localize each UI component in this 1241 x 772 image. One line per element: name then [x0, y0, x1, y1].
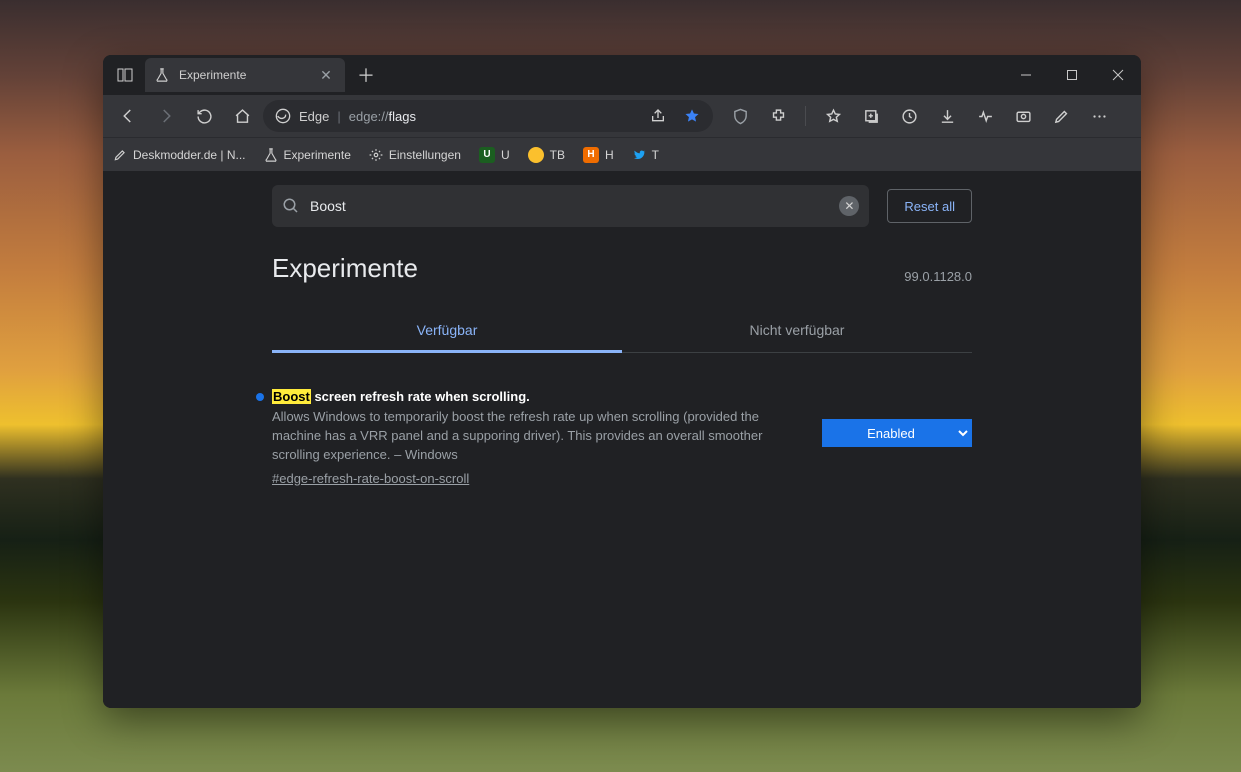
window-controls [1003, 55, 1141, 95]
pencil-icon [113, 148, 127, 162]
flags-search-box[interactable]: ✕ [272, 185, 869, 227]
page-content: ✕ Reset all Experimente 99.0.1128.0 Verf… [103, 171, 1141, 708]
address-separator: | [337, 109, 340, 124]
forward-button[interactable] [149, 99, 183, 133]
performance-icon[interactable] [968, 99, 1002, 133]
bookmarks-bar: Deskmodder.de | N... Experimente Einstel… [103, 137, 1141, 171]
flag-hash-link[interactable]: #edge-refresh-rate-boost-on-scroll [272, 471, 469, 486]
bookmark-item[interactable]: TB [528, 147, 565, 163]
back-button[interactable] [111, 99, 145, 133]
flag-title: Boost screen refresh rate when scrolling… [272, 389, 798, 404]
bookmark-item[interactable]: Deskmodder.de | N... [113, 148, 246, 162]
browser-tab[interactable]: Experimente ✕ [145, 58, 345, 92]
twitter-icon [632, 148, 646, 162]
clear-search-button[interactable]: ✕ [839, 196, 859, 216]
bookmark-label: U [501, 148, 510, 162]
edge-logo-icon [275, 108, 291, 124]
edit-icon[interactable] [1044, 99, 1078, 133]
title-bar: Experimente ✕ ＋ [103, 55, 1141, 95]
bookmark-label: Deskmodder.de | N... [133, 148, 246, 162]
flag-modified-indicator [256, 393, 264, 401]
favorites-icon[interactable] [816, 99, 850, 133]
address-bar[interactable]: Edge | edge://flags [263, 100, 713, 132]
home-button[interactable] [225, 99, 259, 133]
bookmark-item[interactable]: H H [583, 147, 614, 163]
bookmark-item[interactable]: T [632, 148, 659, 162]
flag-state-select[interactable]: Enabled [822, 419, 972, 447]
flags-tabs: Verfügbar Nicht verfügbar [272, 310, 972, 353]
version-label: 99.0.1128.0 [904, 269, 972, 284]
bookmark-item[interactable]: Einstellungen [369, 148, 461, 162]
address-engine-label: Edge [299, 109, 329, 124]
minimize-button[interactable] [1003, 55, 1049, 95]
screenshot-icon[interactable] [1006, 99, 1040, 133]
browser-window: Experimente ✕ ＋ Edge | edge://flags [103, 55, 1141, 708]
search-icon [282, 197, 300, 215]
tab-unavailable[interactable]: Nicht verfügbar [622, 310, 972, 352]
history-icon[interactable] [892, 99, 926, 133]
more-menu-button[interactable] [1082, 99, 1116, 133]
favicon: H [583, 147, 599, 163]
tab-actions-button[interactable] [109, 59, 141, 91]
toolbar-divider [805, 106, 806, 126]
bookmark-label: TB [550, 148, 565, 162]
collections-icon[interactable] [854, 99, 888, 133]
maximize-button[interactable] [1049, 55, 1095, 95]
downloads-icon[interactable] [930, 99, 964, 133]
bookmark-label: T [652, 148, 659, 162]
flags-search-input[interactable] [310, 198, 829, 214]
bookmark-label: Einstellungen [389, 148, 461, 162]
shield-icon[interactable] [723, 99, 757, 133]
flask-icon [155, 68, 169, 82]
favicon: U [479, 147, 495, 163]
bookmark-item[interactable]: U U [479, 147, 510, 163]
close-tab-button[interactable]: ✕ [317, 66, 335, 84]
share-icon[interactable] [645, 108, 671, 124]
address-url: edge://flags [349, 109, 416, 124]
tab-title: Experimente [179, 68, 246, 82]
toolbar: Edge | edge://flags [103, 95, 1141, 137]
bookmark-label: H [605, 148, 614, 162]
refresh-button[interactable] [187, 99, 221, 133]
new-tab-button[interactable]: ＋ [351, 60, 381, 90]
extension-icon[interactable] [761, 99, 795, 133]
flag-item: Boost screen refresh rate when scrolling… [272, 389, 972, 488]
gear-icon [369, 148, 383, 162]
toolbar-right [723, 99, 1116, 133]
page-title: Experimente [272, 253, 418, 284]
favorite-star-icon[interactable] [679, 108, 705, 124]
bookmark-item[interactable]: Experimente [264, 148, 351, 162]
flask-icon [264, 148, 278, 162]
flag-description: Allows Windows to temporarily boost the … [272, 408, 798, 465]
reset-all-button[interactable]: Reset all [887, 189, 972, 223]
favicon [528, 147, 544, 163]
bookmark-label: Experimente [284, 148, 351, 162]
close-window-button[interactable] [1095, 55, 1141, 95]
tab-available[interactable]: Verfügbar [272, 310, 622, 353]
